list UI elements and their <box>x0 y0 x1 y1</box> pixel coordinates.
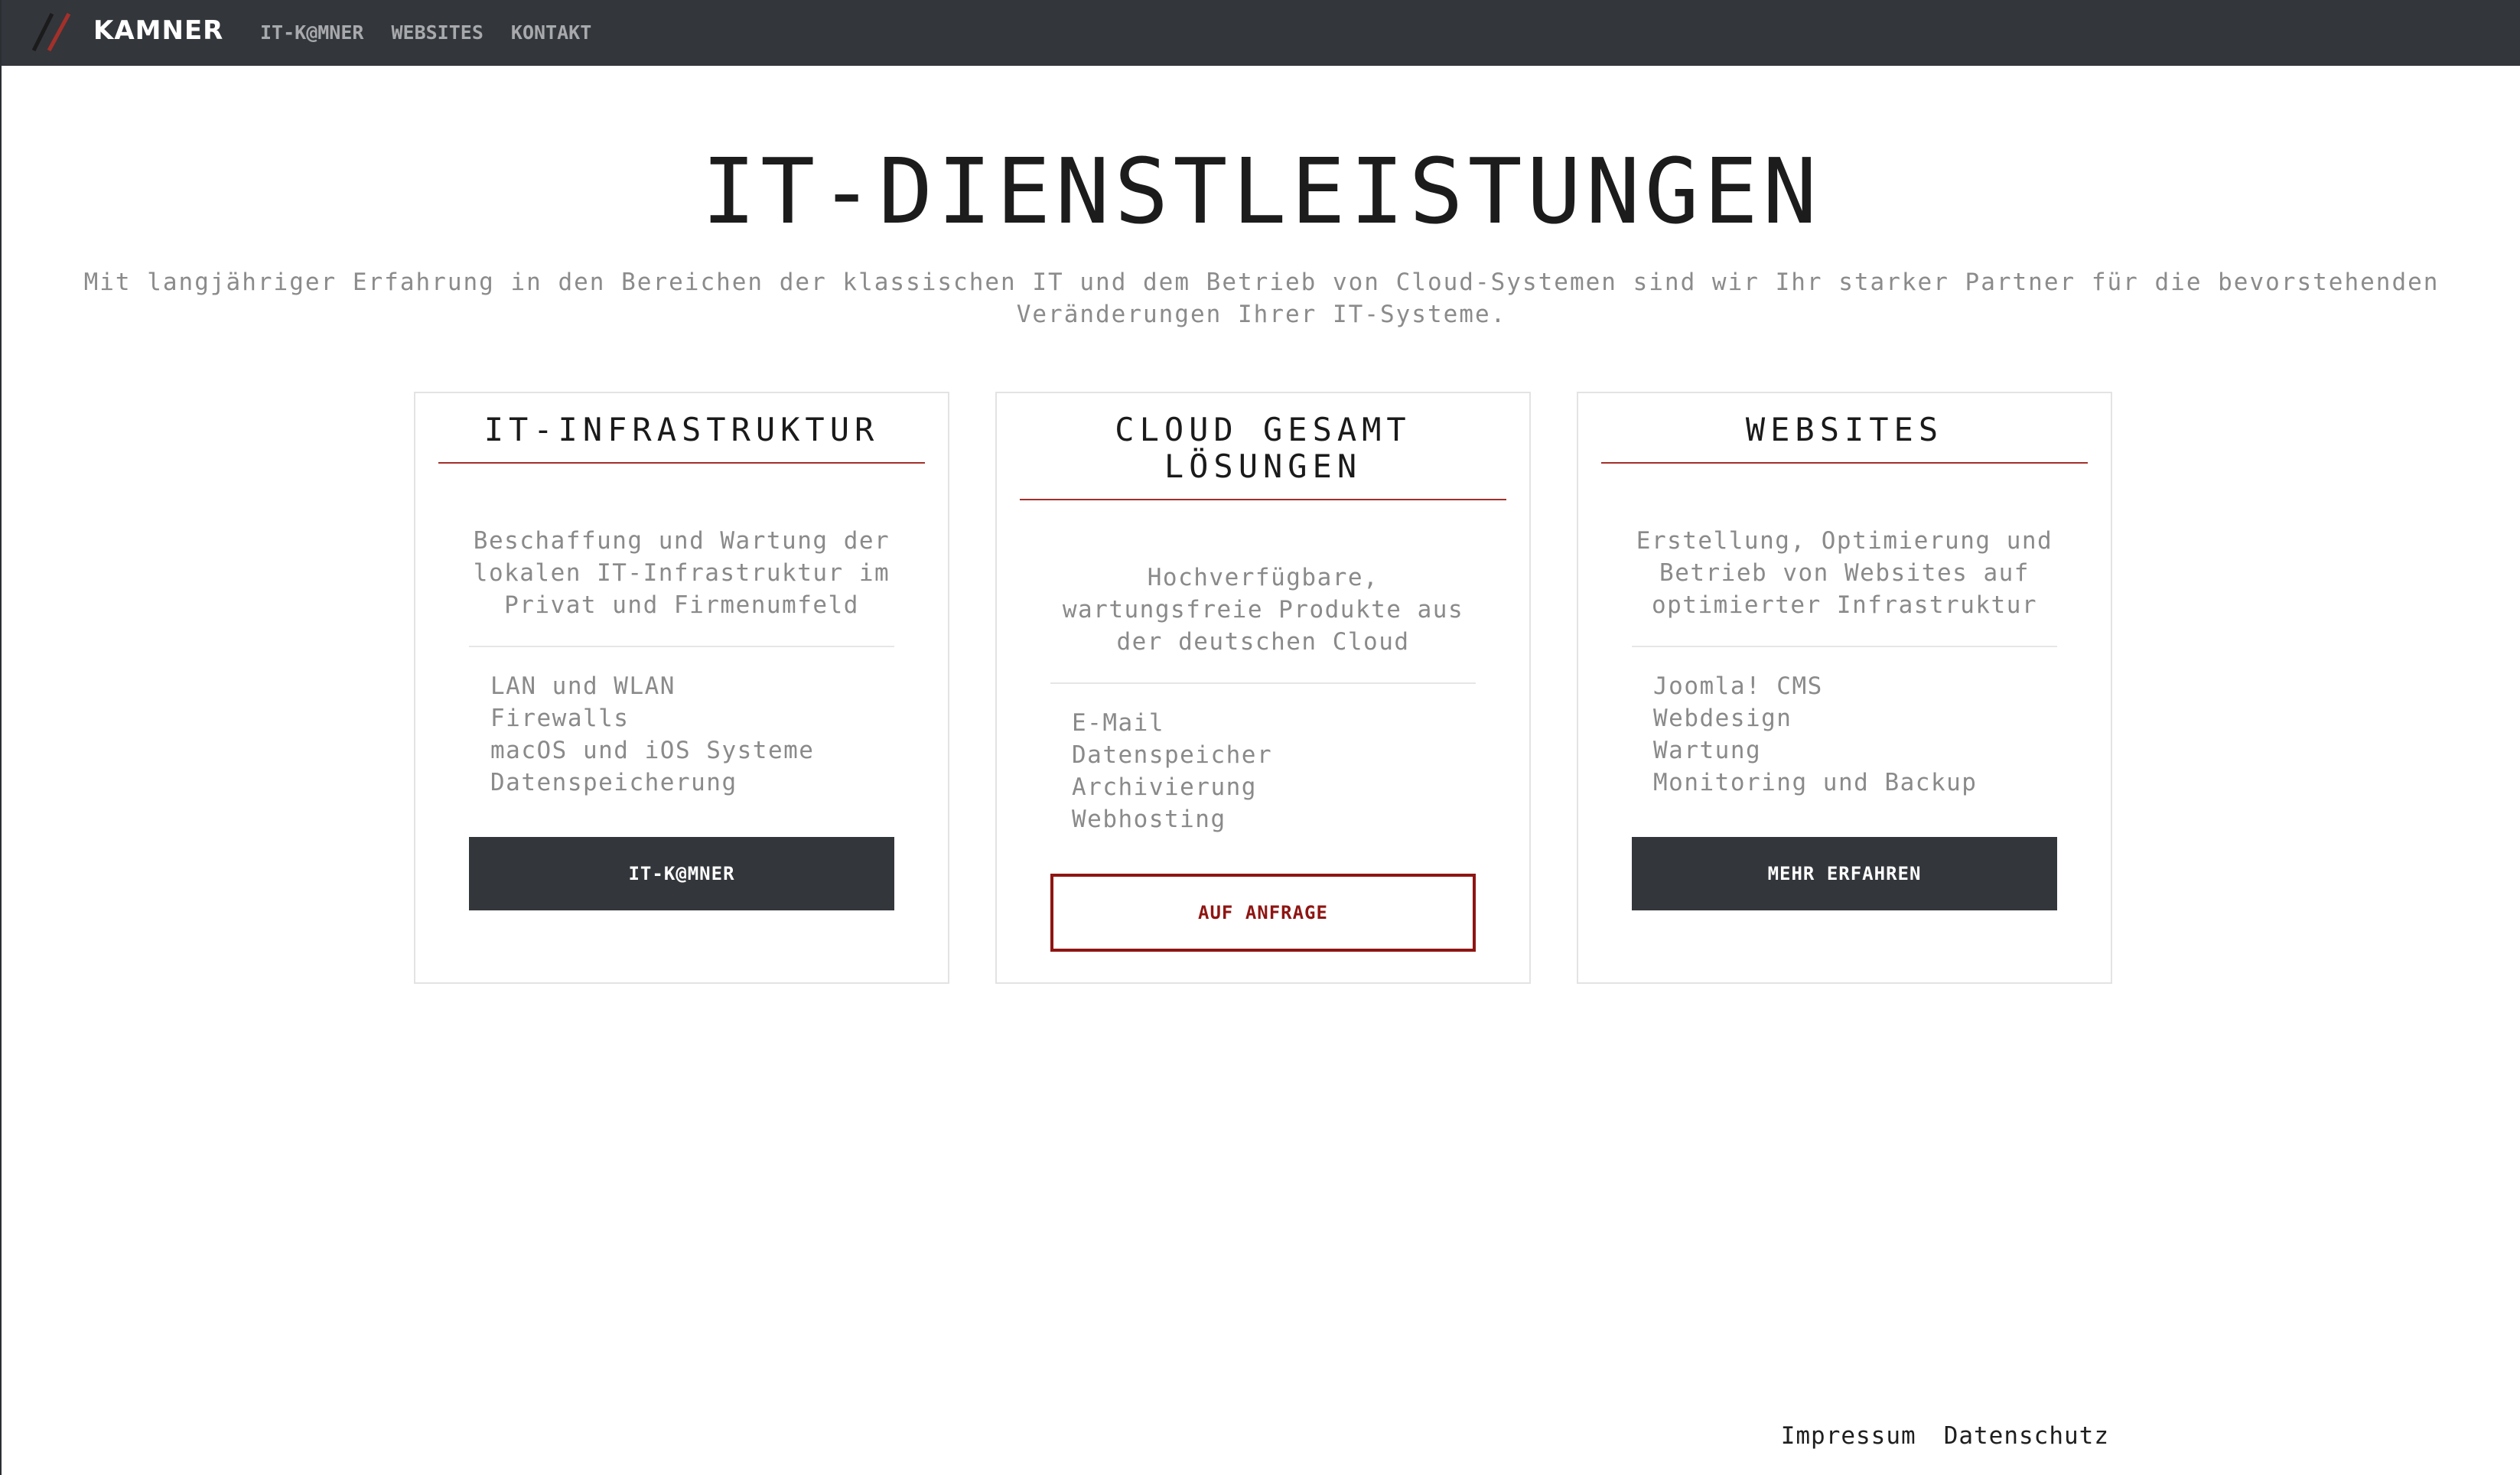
service-card-cloud: CLOUD GESAMT LÖSUNGEN Hochverfügbare, wa… <box>995 392 1531 984</box>
footer-links: Impressum Datenschutz <box>1781 1420 2109 1452</box>
card-description: Beschaffung und Wartung der lokalen IT-I… <box>473 527 890 619</box>
slash-logo-icon[interactable] <box>31 11 77 54</box>
card-title: WEBSITES <box>1601 412 2088 464</box>
list-item: macOS und iOS Systeme <box>490 737 815 764</box>
page-title: IT-DIENSTLEISTUNGEN <box>702 138 1822 244</box>
service-card-it-infrastruktur: IT-INFRASTRUKTUR Beschaffung und Wartung… <box>414 392 949 984</box>
list-item: Wartung <box>1653 737 1762 764</box>
list-item: Firewalls <box>490 705 630 732</box>
list-item: Datenspeicher <box>1072 741 1273 769</box>
list-item: Joomla! CMS <box>1653 672 1823 700</box>
card-feature-list: Joomla! CMS Webdesign Wartung Monitoring… <box>1653 670 2051 799</box>
main-nav: IT-K@MNER WEBSITES KONTAKT <box>260 20 591 46</box>
list-item: E-Mail <box>1072 709 1164 737</box>
card-feature-list: E-Mail Datenspeicher Archivierung Webhos… <box>1072 707 1470 835</box>
card-description: Hochverfügbare, wartungsfreie Produkte a… <box>1062 564 1464 656</box>
list-item: Webdesign <box>1653 705 1792 732</box>
list-item: LAN und WLAN <box>490 672 676 700</box>
footer-link-impressum[interactable]: Impressum <box>1781 1420 1916 1452</box>
card-title: CLOUD GESAMT LÖSUNGEN <box>1020 412 1506 500</box>
list-item: Datenspeicherung <box>490 769 737 796</box>
nav-link-it-kamner[interactable]: IT-K@MNER <box>260 20 363 46</box>
nav-link-websites[interactable]: WEBSITES <box>391 20 483 46</box>
footer-link-datenschutz[interactable]: Datenschutz <box>1944 1420 2109 1452</box>
page-subtitle: Mit langjähriger Erfahrung in den Bereic… <box>83 269 2440 328</box>
list-item: Archivierung <box>1072 773 1257 801</box>
list-item: Webhosting <box>1072 806 1226 833</box>
card-description: Erstellung, Optimierung und Betrieb von … <box>1636 527 2053 619</box>
card-feature-list: LAN und WLAN Firewalls macOS und iOS Sys… <box>490 670 888 799</box>
card-title: IT-INFRASTRUKTUR <box>438 412 925 464</box>
list-item: Monitoring und Backup <box>1653 769 1978 796</box>
card-divider <box>1632 646 2057 647</box>
top-navbar: KAMNER IT-K@MNER WEBSITES KONTAKT <box>2 0 2520 66</box>
mehr-erfahren-button[interactable]: MEHR ERFAHREN <box>1632 837 2057 910</box>
card-divider <box>469 646 894 647</box>
auf-anfrage-button[interactable]: AUF ANFRAGE <box>1050 874 1476 952</box>
service-card-websites: WEBSITES Erstellung, Optimierung und Bet… <box>1577 392 2112 984</box>
card-divider <box>1050 682 1476 684</box>
nav-link-kontakt[interactable]: KONTAKT <box>511 20 591 46</box>
it-kamner-button[interactable]: IT-K@MNER <box>469 837 894 910</box>
brand-name[interactable]: KAMNER <box>93 14 223 47</box>
